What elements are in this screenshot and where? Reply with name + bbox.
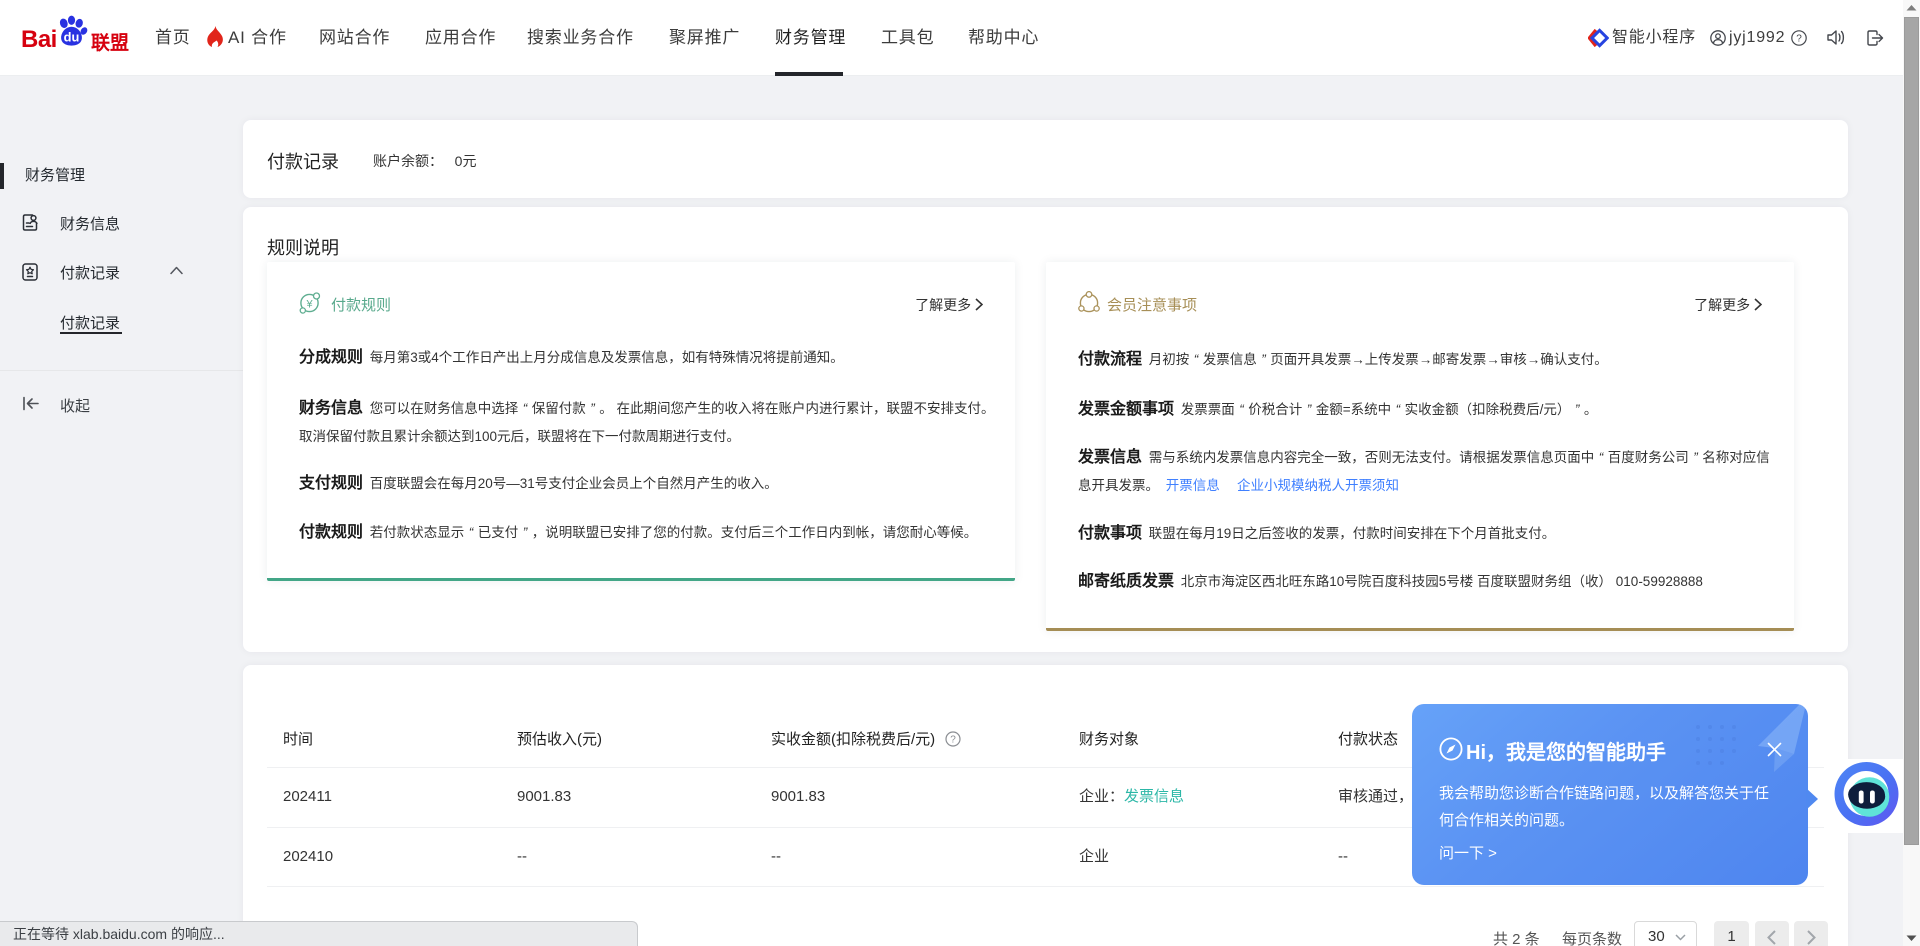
svg-text:du: du	[64, 29, 80, 44]
svg-text:¥: ¥	[305, 298, 313, 310]
svg-text:?: ?	[951, 735, 957, 746]
svg-text:?: ?	[1796, 33, 1802, 44]
